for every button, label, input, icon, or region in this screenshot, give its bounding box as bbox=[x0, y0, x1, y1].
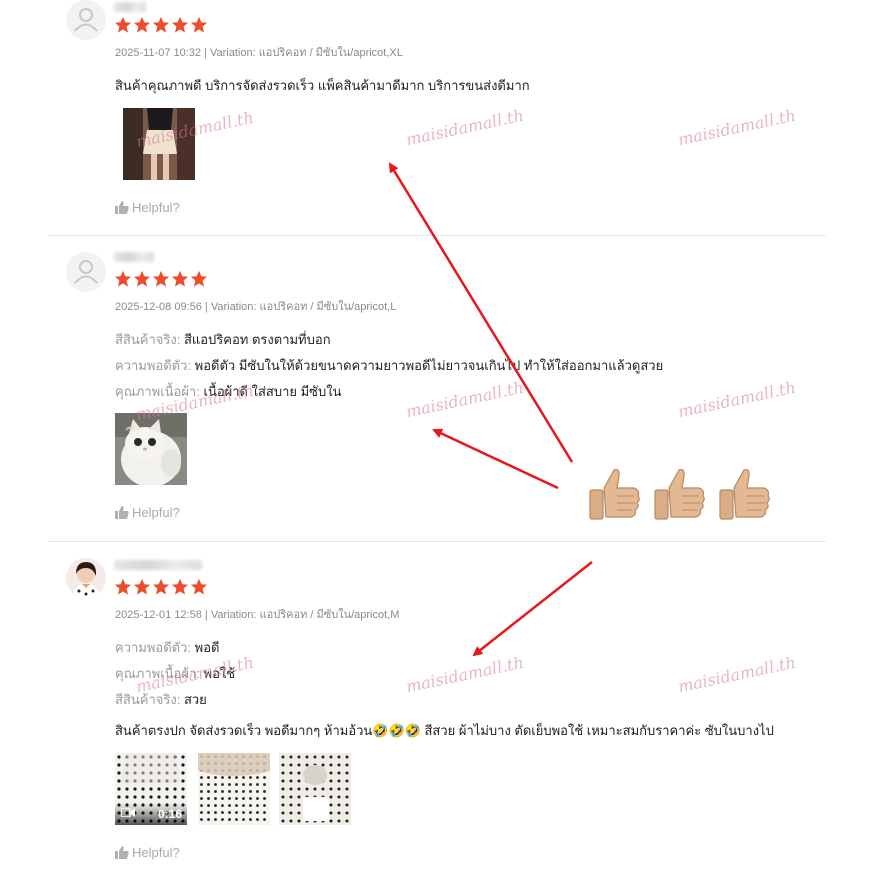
review-photo[interactable] bbox=[123, 108, 195, 180]
star-icon bbox=[114, 578, 132, 595]
attribute-fabric: คุณภาพเนื้อผ้า: เนื้อผ้าดี ใส่สบาย มีซับ… bbox=[115, 381, 342, 402]
review-text: สินค้าคุณภาพดี บริการจัดส่งรวดเร็ว แพ็คส… bbox=[115, 78, 530, 93]
review-2: 2025-12-08 09:56 | Variation: แอปริคอท /… bbox=[48, 252, 826, 540]
video-overlay: 0:16 bbox=[115, 803, 187, 825]
review-photo[interactable] bbox=[115, 413, 187, 485]
helpful-button[interactable]: Helpful? bbox=[115, 845, 180, 860]
star-icon bbox=[133, 270, 151, 287]
attribute-fabric: คุณภาพเนื้อผ้า: พอใช้ bbox=[115, 663, 235, 684]
star-icon bbox=[171, 578, 189, 595]
default-avatar-icon[interactable] bbox=[66, 0, 106, 40]
star-icon bbox=[152, 578, 170, 595]
review-meta: 2025-11-07 10:32 | Variation: แอปริคอท /… bbox=[115, 47, 403, 59]
attribute-fit: ความพอดีตัว: พอดีตัว มีซับในให้ด้วยขนาดค… bbox=[115, 355, 663, 376]
star-icon bbox=[190, 16, 208, 33]
attribute-value: พอดีตัว มีซับในให้ด้วยขนาดความยาวพอดีไม่… bbox=[194, 358, 664, 373]
star-icon bbox=[152, 270, 170, 287]
star-icon bbox=[152, 16, 170, 33]
attribute-value: พอดี bbox=[194, 640, 220, 655]
star-icon bbox=[133, 578, 151, 595]
blurred-username bbox=[114, 2, 146, 12]
star-icon bbox=[190, 270, 208, 287]
star-icon bbox=[171, 16, 189, 33]
attribute-label: คุณภาพเนื้อผ้า: bbox=[115, 666, 200, 681]
attribute-label: สีสินค้าจริง: bbox=[115, 332, 181, 347]
star-icon bbox=[114, 270, 132, 287]
rating-stars bbox=[114, 578, 208, 598]
star-icon bbox=[114, 16, 132, 33]
review-divider bbox=[48, 235, 826, 236]
review-photo[interactable] bbox=[279, 753, 351, 825]
attribute-color: สีสินค้าจริง: สีแอปริคอท ตรงตามที่บอก bbox=[115, 329, 331, 350]
review-text: สินค้าตรงปก จัดส่งรวดเร็ว พอดีมากๆ ห้ามอ… bbox=[115, 723, 774, 738]
review-photo[interactable] bbox=[198, 753, 270, 825]
attribute-value: สีแอปริคอท ตรงตามที่บอก bbox=[183, 332, 331, 347]
blurred-username bbox=[114, 252, 154, 262]
attribute-value: พอใช้ bbox=[203, 666, 236, 681]
attribute-color: สีสินค้าจริง: สวย bbox=[115, 689, 207, 710]
thumbs-up-icon bbox=[115, 846, 129, 859]
helpful-button[interactable]: Helpful? bbox=[115, 200, 180, 215]
star-icon bbox=[190, 578, 208, 595]
review-meta: 2025-12-01 12:58 | Variation: แอปริคอท /… bbox=[115, 609, 400, 621]
review-divider bbox=[48, 541, 826, 542]
thumbs-up-emoji-icon bbox=[719, 469, 770, 520]
video-duration: 0:16 bbox=[157, 807, 182, 821]
thumbs-up-icon bbox=[115, 201, 129, 214]
attribute-fit: ความพอดีตัว: พอดี bbox=[115, 637, 220, 658]
attribute-label: ความพอดีตัว: bbox=[115, 640, 192, 655]
review-1: 2025-11-07 10:32 | Variation: แอปริคอท /… bbox=[48, 0, 826, 234]
user-avatar[interactable] bbox=[66, 558, 106, 598]
attribute-label: ความพอดีตัว: bbox=[115, 358, 192, 373]
attribute-value: เนื้อผ้าดี ใส่สบาย มีซับใน bbox=[203, 384, 342, 399]
thumbs-up-icon bbox=[115, 506, 129, 519]
helpful-label: Helpful? bbox=[132, 200, 180, 215]
star-icon bbox=[171, 270, 189, 287]
blurred-username bbox=[114, 560, 202, 570]
review-3: 2025-12-01 12:58 | Variation: แอปริคอท /… bbox=[48, 558, 826, 868]
attribute-value: สวย bbox=[183, 692, 207, 707]
attribute-label: คุณภาพเนื้อผ้า: bbox=[115, 384, 200, 399]
helpful-label: Helpful? bbox=[132, 845, 180, 860]
thumbs-up-emoji-icon bbox=[654, 469, 705, 520]
review-meta: 2025-12-08 09:56 | Variation: แอปริคอท /… bbox=[115, 301, 397, 313]
helpful-label: Helpful? bbox=[132, 505, 180, 520]
rating-stars bbox=[114, 270, 208, 290]
default-avatar-icon[interactable] bbox=[66, 252, 106, 292]
star-icon bbox=[133, 16, 151, 33]
rating-stars bbox=[114, 16, 208, 36]
attribute-label: สีสินค้าจริง: bbox=[115, 692, 181, 707]
thumbs-up-emoji-icon bbox=[589, 469, 640, 520]
helpful-button[interactable]: Helpful? bbox=[115, 505, 180, 520]
video-camera-icon bbox=[120, 806, 135, 820]
review-video[interactable]: 0:16 bbox=[115, 753, 187, 825]
